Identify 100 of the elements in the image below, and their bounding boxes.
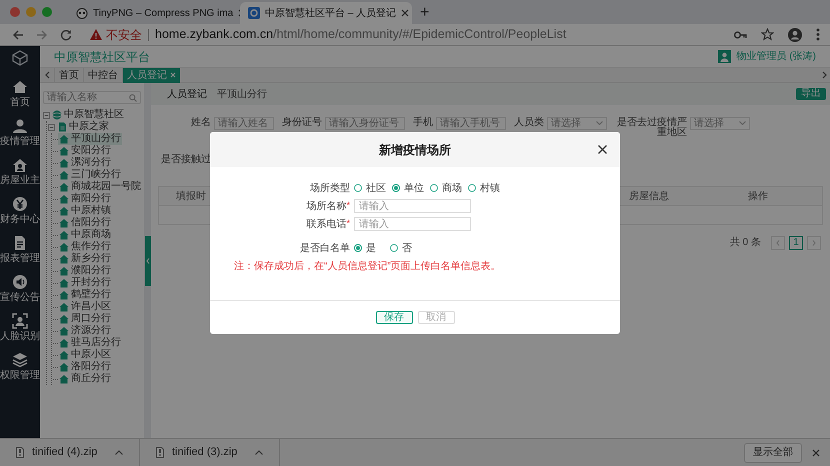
tree-item[interactable]: 驻马店分行 bbox=[58, 337, 122, 349]
note-text: 注：保存成功后，在“人员信息登记”页面上传白名单信息表。 bbox=[234, 260, 502, 274]
nav-item[interactable]: 首页 bbox=[0, 74, 40, 113]
address-field[interactable]: home.zybank.com.cn/html/home/community/#/EpidemicControl/PeopleList bbox=[155, 25, 566, 44]
radio-option[interactable]: 否 bbox=[390, 240, 412, 256]
tree-item[interactable]: 商丘分行 bbox=[58, 373, 112, 385]
radio-button[interactable] bbox=[390, 244, 398, 252]
document-icon bbox=[12, 235, 28, 251]
avatar-icon[interactable] bbox=[718, 50, 731, 63]
dialog-title: 新增疫情场所 bbox=[379, 142, 451, 158]
tree-item[interactable]: 新乡分行 bbox=[58, 253, 112, 265]
nav-item[interactable]: 房屋业主 bbox=[0, 152, 40, 191]
browser-tab[interactable]: 中原智慧社区平台 – 人员登记 bbox=[240, 2, 412, 24]
radio-option[interactable]: 是 bbox=[354, 240, 376, 256]
tree-item[interactable]: 中原之家 bbox=[56, 121, 110, 133]
new-tab-button[interactable]: + bbox=[420, 5, 430, 21]
nav-item[interactable]: 疫情管理 bbox=[0, 113, 40, 152]
select-field[interactable]: 请选择 bbox=[690, 116, 750, 130]
column-header: 填报时 bbox=[175, 190, 207, 204]
tree-item[interactable]: 南阳分行 bbox=[58, 193, 112, 205]
reload-icon[interactable] bbox=[60, 28, 72, 40]
field-label: 是否白名单 bbox=[300, 242, 350, 256]
tree-item[interactable]: 中原小区 bbox=[58, 349, 112, 361]
filter-label: 手机 bbox=[413, 118, 433, 128]
input-field[interactable]: 请输入姓名 bbox=[214, 116, 274, 130]
tree-item[interactable]: 焦作分行 bbox=[58, 241, 112, 253]
coin-icon bbox=[12, 196, 28, 212]
house-icon bbox=[12, 157, 28, 173]
select-field[interactable]: 请选择 bbox=[547, 116, 607, 130]
close-icon[interactable] bbox=[401, 9, 410, 17]
filter-label: 人员类 bbox=[514, 118, 544, 128]
nav-item[interactable]: 财务中心 bbox=[0, 191, 40, 230]
input-field[interactable]: 请输入 bbox=[354, 199, 471, 213]
nav-item[interactable]: 宣传公告 bbox=[0, 269, 40, 308]
input-field[interactable]: 请输入 bbox=[354, 217, 471, 231]
radio-option[interactable]: 商场 bbox=[430, 180, 462, 196]
tree-item[interactable]: 濮阳分行 bbox=[58, 265, 112, 277]
radio-button[interactable] bbox=[430, 184, 438, 192]
app-title: 中原智慧社区平台 bbox=[54, 48, 150, 66]
column-header: 操作 bbox=[747, 190, 769, 204]
radio-button[interactable] bbox=[392, 184, 400, 192]
tree-item[interactable]: 安阳分行 bbox=[58, 145, 112, 157]
branch-name: 平顶山分行 bbox=[217, 88, 267, 102]
save-button[interactable]: 保存 bbox=[376, 311, 412, 324]
tree-item[interactable]: 信阳分行 bbox=[58, 217, 112, 229]
radio-button[interactable] bbox=[354, 244, 362, 252]
tree-item[interactable]: 中原商场 bbox=[58, 229, 112, 241]
chevron-right-icon[interactable] bbox=[822, 71, 828, 79]
radio-option[interactable]: 单位 bbox=[392, 180, 424, 196]
radio-option[interactable]: 村镇 bbox=[468, 180, 500, 196]
filter-label: 是否接触过 bbox=[161, 154, 211, 165]
star-icon[interactable] bbox=[761, 28, 774, 41]
nav-item[interactable]: 报表管理 bbox=[0, 230, 40, 269]
tree-item[interactable]: 中原村镇 bbox=[58, 205, 112, 217]
tree-item[interactable]: 开封分行 bbox=[58, 277, 112, 289]
collapse-toggle[interactable] bbox=[43, 112, 50, 118]
field-label: 场所类型 bbox=[310, 182, 350, 196]
back-arrow-icon[interactable] bbox=[12, 28, 24, 40]
chevron-up-icon[interactable] bbox=[115, 450, 123, 455]
tree-item[interactable]: 鹤壁分行 bbox=[58, 289, 112, 301]
input-field[interactable]: 请输入身份证号 bbox=[325, 116, 405, 130]
menu-icon[interactable] bbox=[816, 28, 820, 41]
tree-item[interactable]: 济源分行 bbox=[58, 325, 112, 337]
radio-option[interactable]: 社区 bbox=[354, 180, 386, 196]
tree-item[interactable]: 漯河分行 bbox=[58, 157, 112, 169]
filter-label: 姓名 bbox=[191, 118, 211, 128]
download-item[interactable]: tinified (4).zip bbox=[0, 438, 140, 466]
account-icon[interactable] bbox=[788, 28, 802, 42]
nav-item[interactable]: 人脸识别 bbox=[0, 308, 40, 347]
filter-label: 身份证号 bbox=[282, 118, 322, 128]
tree-item[interactable]: 商城花园一号院 bbox=[58, 181, 142, 193]
key-icon[interactable] bbox=[734, 30, 747, 40]
security-warning[interactable]: 不安全 bbox=[106, 28, 149, 40]
forward-arrow-icon[interactable] bbox=[36, 28, 48, 40]
speaker-icon bbox=[12, 274, 28, 290]
chevron-left-icon[interactable] bbox=[44, 71, 50, 79]
collapse-handle[interactable] bbox=[145, 236, 151, 286]
radio-button[interactable] bbox=[354, 184, 362, 192]
file-icon bbox=[156, 447, 164, 458]
tree-item[interactable]: 三门峡分行 bbox=[58, 169, 122, 181]
person-icon bbox=[12, 118, 28, 134]
search-field[interactable]: 请输入名称 bbox=[43, 91, 141, 104]
tree-item[interactable]: 洛阳分行 bbox=[58, 361, 112, 373]
close-icon[interactable] bbox=[598, 145, 607, 154]
show-all-button[interactable]: 显示全部 bbox=[744, 442, 802, 462]
download-item[interactable]: tinified (3).zip bbox=[140, 438, 280, 466]
chevron-down-icon bbox=[739, 121, 746, 125]
home-icon bbox=[12, 79, 28, 95]
input-field[interactable]: 请输入手机号 bbox=[436, 116, 506, 130]
tree-item[interactable]: 许昌小区 bbox=[58, 301, 112, 313]
required-mark: * bbox=[346, 216, 350, 228]
search-icon[interactable] bbox=[129, 94, 137, 102]
collapse-toggle[interactable] bbox=[48, 124, 55, 130]
chevron-up-icon[interactable] bbox=[255, 450, 263, 455]
filter-label: 是否去过疫情严重地区 bbox=[616, 118, 687, 138]
nav-item[interactable]: 权限管理 bbox=[0, 347, 40, 386]
tree-item[interactable]: 中原智慧社区 bbox=[51, 109, 125, 121]
tree-item[interactable]: 周口分行 bbox=[58, 313, 112, 325]
tree-item[interactable]: 平顶山分行 bbox=[58, 133, 122, 145]
radio-button[interactable] bbox=[468, 184, 476, 192]
